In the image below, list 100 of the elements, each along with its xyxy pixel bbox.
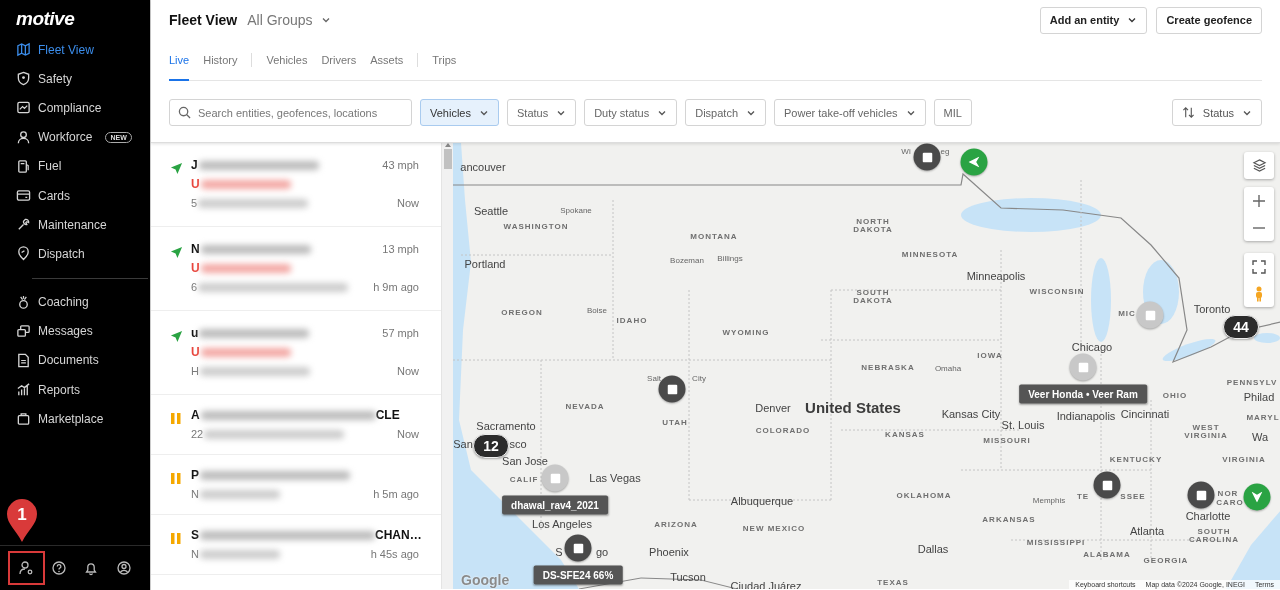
vehicle-marker[interactable] <box>1187 481 1215 509</box>
layers-icon <box>1251 158 1267 173</box>
state-label: TEXAS <box>877 579 909 587</box>
bell-icon[interactable] <box>83 560 100 576</box>
square-icon <box>1078 362 1088 372</box>
sort-button[interactable]: Status <box>1171 99 1262 126</box>
document-icon <box>16 352 31 368</box>
city-label: Indianapolis <box>1056 410 1116 422</box>
nav-item[interactable]: Fuel <box>16 151 62 181</box>
vehicle-marker[interactable] <box>1136 301 1164 329</box>
vehicle-marker[interactable] <box>1243 483 1271 511</box>
scrollbar-thumb[interactable] <box>443 149 452 169</box>
city-label: Minneapolis <box>966 270 1026 282</box>
add-entity-button[interactable]: Add an entity <box>1039 6 1148 34</box>
city-label: San <box>453 438 473 450</box>
group-selector[interactable]: All Groups <box>247 12 331 28</box>
state-label: KANSAS <box>885 431 925 439</box>
city-label: Los Angeles <box>532 518 592 530</box>
vehicle-row[interactable]: N 13 mph U 6 h 9m ago <box>151 227 441 311</box>
google-logo: Google <box>461 572 510 588</box>
vehicle-marker[interactable] <box>1093 471 1121 499</box>
whistle-icon <box>16 294 31 310</box>
city-label: go <box>595 546 609 558</box>
state-label: KENTUCKY <box>1109 456 1163 464</box>
nav-item[interactable]: Reports <box>16 375 81 405</box>
vehicle-marker[interactable] <box>541 464 569 492</box>
filter-dropdown[interactable]: MIL <box>933 99 972 126</box>
nav-item[interactable]: Safety <box>16 64 73 94</box>
nav-item[interactable]: Maintenance <box>16 210 107 240</box>
search-field[interactable]: Search entities, geofences, locations <box>169 99 412 126</box>
nav-item[interactable]: Messages <box>16 316 93 346</box>
vehicle-name: J <box>191 158 198 172</box>
vehicle-row[interactable]: P N h 5m ago <box>151 455 441 515</box>
nav-item[interactable]: Fleet View <box>16 35 94 65</box>
city-label: Boise <box>587 307 607 315</box>
filter-dropdown[interactable]: Dispatch <box>685 99 766 126</box>
nav-item[interactable]: Dispatch <box>16 239 85 269</box>
nav-item[interactable]: Cards <box>16 180 70 211</box>
create-geofence-button[interactable]: Create geofence <box>1156 6 1262 34</box>
cluster-marker[interactable]: 44 <box>1223 315 1259 339</box>
speed-text: 43 mph <box>382 159 419 171</box>
vehicle-marker[interactable] <box>564 534 592 562</box>
vehicle-name: CLE <box>375 408 400 422</box>
nav-item[interactable]: Documents <box>16 345 99 376</box>
filter-dropdown[interactable]: Status <box>507 99 577 126</box>
nav-item[interactable]: Marketplace <box>16 404 104 434</box>
vehicle-name: A <box>191 408 200 422</box>
city-label: Cincinnati <box>1120 408 1170 420</box>
tab[interactable]: History <box>203 40 238 81</box>
fullscreen-icon <box>1252 259 1266 274</box>
help-icon[interactable] <box>50 560 67 576</box>
city-label: Omaha <box>934 365 962 373</box>
vehicle-name: CHAN… <box>375 528 422 542</box>
chat-icon <box>16 323 31 339</box>
city-label: Memphis <box>1032 497 1066 505</box>
state-label: NEBRASKA <box>861 364 915 372</box>
city-label: Charlotte <box>1185 510 1231 522</box>
tab[interactable]: Trips <box>432 40 457 81</box>
nav-item[interactable]: Coaching <box>16 287 89 317</box>
user-settings-icon[interactable] <box>18 560 35 576</box>
tab[interactable]: Assets <box>370 40 404 81</box>
filter-dropdown[interactable]: Duty status <box>584 99 678 126</box>
state-label: IOWA <box>977 352 1003 360</box>
time-text: Now <box>397 197 419 209</box>
state-label: WYOMING <box>722 329 770 337</box>
state-label: WISCONSIN <box>1029 288 1085 296</box>
city-label: Philad <box>1243 391 1275 403</box>
navigation-arrow-icon <box>170 330 183 343</box>
address-text: 5 <box>191 197 198 209</box>
vehicle-row[interactable]: A CLE 22 Now <box>151 395 441 455</box>
filter-dropdown[interactable]: Power take-off vehicles <box>774 99 926 126</box>
city-label: Tucson <box>670 571 706 583</box>
filter-dropdown[interactable]: Vehicles <box>420 99 499 126</box>
vehicle-row[interactable]: J 43 mph U 5 Now <box>151 143 441 227</box>
pause-icon <box>170 412 182 425</box>
state-label: SSEE <box>1120 493 1146 501</box>
cluster-marker[interactable]: 12 <box>473 434 509 458</box>
state-label: SOUTH CAROLINA <box>1187 528 1241 544</box>
vehicle-marker[interactable] <box>913 143 941 171</box>
nav-item[interactable]: Compliance <box>16 93 102 123</box>
state-label: CARO <box>1216 499 1244 507</box>
shield-icon <box>16 71 31 87</box>
state-label: NORTH DAKOTA <box>852 218 894 234</box>
city-label: City <box>692 375 706 383</box>
scrollbar[interactable] <box>441 143 453 589</box>
city-label: Bozeman <box>670 257 704 265</box>
vehicle-tag: DS-SFE24 66% <box>533 565 623 585</box>
state-label: CALIF <box>509 476 539 484</box>
tab[interactable]: Drivers <box>321 40 357 81</box>
vehicle-row[interactable]: u 57 mph U H Now <box>151 311 441 395</box>
state-label: TE <box>1076 493 1090 501</box>
city-label: Salt <box>647 375 661 383</box>
tab[interactable]: Vehicles <box>266 40 308 81</box>
vehicle-marker[interactable] <box>960 148 988 176</box>
vehicle-marker[interactable] <box>1069 353 1097 381</box>
vehicle-row[interactable]: S CHAN… N h 45s ago <box>151 515 441 575</box>
city-label: Wa <box>1251 431 1269 443</box>
account-icon[interactable] <box>115 560 132 576</box>
tab[interactable]: Live <box>169 40 190 81</box>
state-label: WASHINGTON <box>503 223 569 231</box>
